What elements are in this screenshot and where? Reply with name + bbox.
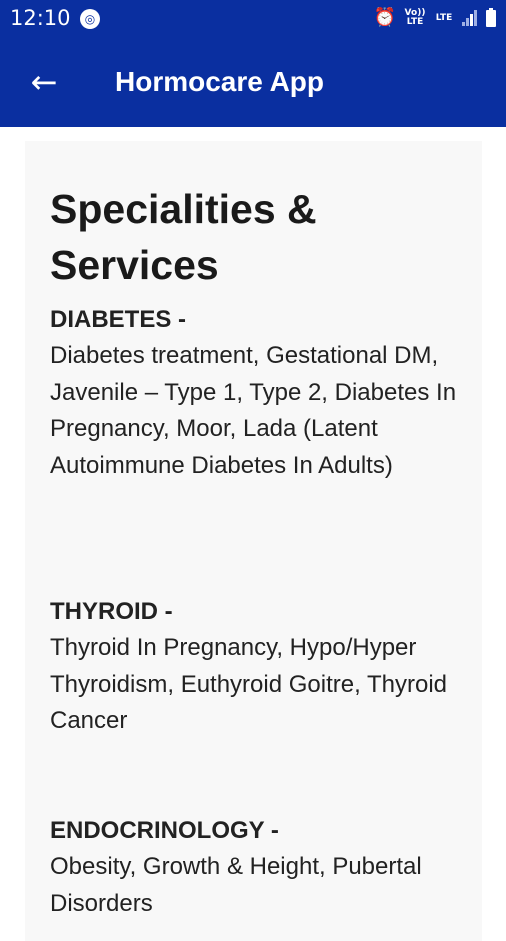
services-card: Specialities & Services DIABETES - Diabe… — [25, 141, 482, 941]
section-title: DIABETES - — [50, 306, 187, 333]
section-title: THYROID - — [50, 598, 173, 625]
content-area[interactable]: Specialities & Services DIABETES - Diabe… — [0, 127, 506, 941]
battery-icon — [486, 7, 496, 27]
signal-icon — [462, 10, 478, 26]
section-endocrinology: ENDOCRINOLOGY - Obesity, Growth & Height… — [50, 812, 470, 922]
back-arrow-icon[interactable]: ← — [22, 62, 66, 106]
section-title: ENDOCRINOLOGY - — [50, 817, 279, 844]
section-body: Thyroid In Pregnancy, Hypo/Hyper Thyroid… — [50, 634, 448, 735]
section-thyroid: THYROID - Thyroid In Pregnancy, Hypo/Hyp… — [50, 593, 470, 740]
lte-icon: LTE — [435, 12, 453, 23]
page-heading: Specialities & Services — [50, 186, 317, 288]
section-diabetes: DIABETES - Diabetes treatment, Gestation… — [50, 301, 470, 484]
app-bar: ← Hormocare App — [0, 40, 506, 127]
app-title: Hormocare App — [115, 66, 325, 97]
alarm-icon: ⏰ — [373, 7, 396, 28]
section-body: Diabetes treatment, Gestational DM, Jave… — [50, 342, 457, 479]
notification-icon: ◎ — [80, 9, 100, 29]
volte-icon: Vo)) LTE — [404, 8, 426, 27]
section-body: Obesity, Growth & Height, Pubertal Disor… — [50, 853, 422, 917]
status-bar: 12:10 ◎ ⏰ Vo)) LTE LTE — [0, 0, 506, 40]
status-icons: ⏰ Vo)) LTE LTE — [373, 7, 496, 28]
status-time: 12:10 — [10, 6, 71, 30]
